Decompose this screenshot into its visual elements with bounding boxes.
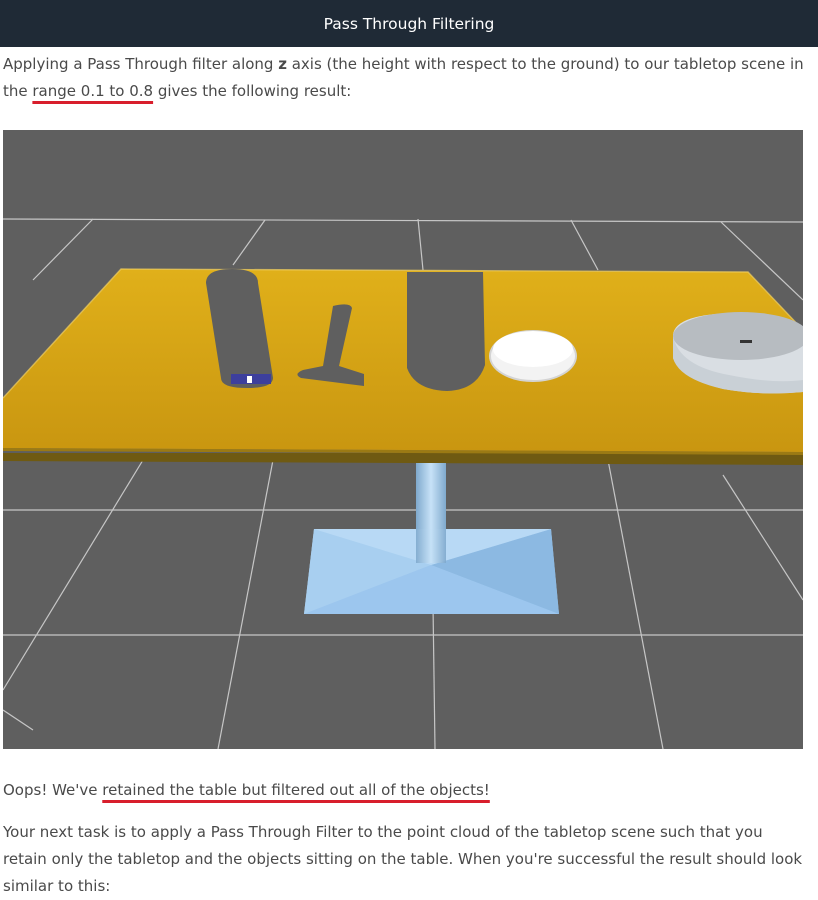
page-header: Pass Through Filtering bbox=[0, 0, 818, 47]
oops-highlight: retained the table but filtered out all … bbox=[102, 781, 490, 799]
task-paragraph: Your next task is to apply a Pass Throug… bbox=[3, 823, 803, 895]
page-title: Pass Through Filtering bbox=[323, 14, 495, 33]
intro-text-1: Applying a Pass Through filter along bbox=[3, 55, 279, 73]
scene-image bbox=[3, 130, 803, 749]
pedestal bbox=[304, 463, 559, 614]
scene-svg bbox=[3, 218, 803, 749]
intro-text-3: gives the following result: bbox=[153, 82, 352, 100]
axis-z: z bbox=[278, 55, 287, 73]
oops-text: Oops! We've bbox=[3, 781, 103, 799]
intro-paragraph: Applying a Pass Through filter along z a… bbox=[3, 51, 811, 105]
range-highlight: range 0.1 to 0.8 bbox=[32, 82, 154, 100]
oops-paragraph: Oops! We've retained the table but filte… bbox=[3, 777, 811, 804]
